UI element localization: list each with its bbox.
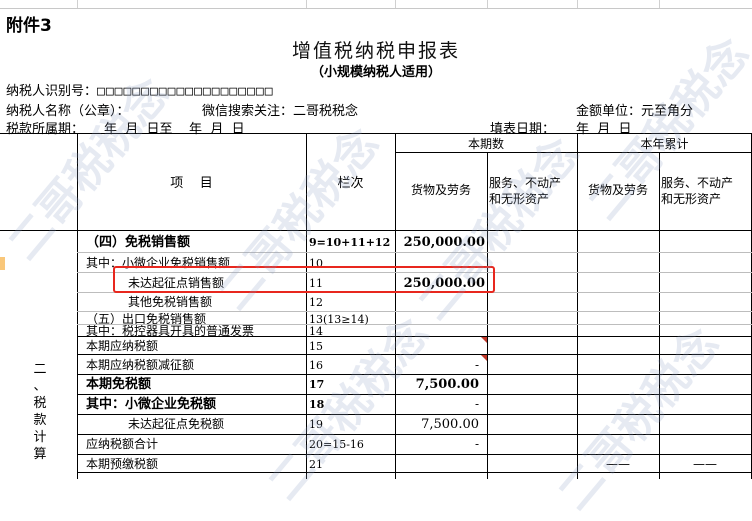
watermark: 二哥税税念 xyxy=(408,128,589,330)
row-item-18: 其中：小微企业免税额 xyxy=(86,397,217,412)
header-goods-current: 货物及劳务 xyxy=(410,183,471,197)
side-label-tax-calculation: 二 、 税 款 计 算 xyxy=(30,361,50,463)
header-goods-ytd: 货物及劳务 xyxy=(587,183,648,197)
comment-marker[interactable] xyxy=(481,337,487,343)
header-service-ytd-1: 服务、不动产 xyxy=(661,176,734,190)
form-subtitle: （小规模纳税人适用） xyxy=(310,65,441,80)
row-ytd-goods-21[interactable]: —— xyxy=(577,458,659,470)
form-title: 增值税纳税申报表 xyxy=(291,40,460,62)
row-item-17: 本期免税额 xyxy=(86,377,152,392)
row-item-12: 其他免税销售额 xyxy=(128,295,213,309)
row-line-21: 21 xyxy=(309,458,323,471)
wechat-note: 微信搜索关注：二哥税税念 xyxy=(202,104,359,119)
sheet-label: 附件3 xyxy=(6,16,52,36)
fill-date-label: 填表日期： xyxy=(490,122,556,137)
taxpayer-id-label: 纳税人识别号： xyxy=(6,84,98,99)
row-goods-19[interactable]: 7,500.00 xyxy=(395,418,479,431)
side-label-char: 税 xyxy=(33,396,47,411)
watermark: 二哥税税念 xyxy=(548,318,729,520)
header-year-to-date: 本年累计 xyxy=(640,137,689,151)
row-line-18: 18 xyxy=(309,398,325,411)
row-item-15: 本期应纳税额 xyxy=(86,339,159,353)
row-line-12: 12 xyxy=(309,296,323,309)
tax-period-value[interactable]: 年 月 日至 年 月 日 xyxy=(104,118,245,137)
row-goods-9[interactable]: 250,000.00 xyxy=(395,236,485,249)
comment-marker[interactable] xyxy=(481,355,487,361)
row-item-14: 其中：税控器具开具的普通发票 xyxy=(86,325,255,336)
row-selector-marker xyxy=(0,257,5,270)
row-goods-17[interactable]: 7,500.00 xyxy=(395,378,479,391)
side-label-char: 款 xyxy=(33,413,47,428)
currency-unit: 金额单位：元至角分 xyxy=(576,104,694,119)
row-line-9: 9=10+11+12 xyxy=(309,236,391,249)
row-ytd-service-21[interactable]: —— xyxy=(659,458,751,470)
side-label-char: 、 xyxy=(33,379,47,394)
header-service-current-2: 和无形资产 xyxy=(489,192,550,206)
row-item-13: （五）出口免税销售额 xyxy=(86,313,207,324)
row-line-19: 19 xyxy=(309,418,323,431)
row-goods-18[interactable]: - xyxy=(395,398,479,410)
row-item-19: 未达起征点免税额 xyxy=(128,417,225,431)
side-label-char: 二 xyxy=(33,362,47,377)
tax-period-label: 税款所属期： xyxy=(6,122,85,137)
header-item: 项 目 xyxy=(170,176,213,191)
column-header-strip xyxy=(0,0,752,9)
row-line-20: 20=15-16 xyxy=(309,438,364,451)
row-item-16: 本期应纳税额减征额 xyxy=(86,358,195,372)
header-line-number: 栏次 xyxy=(337,176,364,191)
header-service-ytd-2: 和无形资产 xyxy=(661,192,722,206)
header-service-current-1: 服务、不动产 xyxy=(489,176,562,190)
side-label-char: 计 xyxy=(33,430,47,445)
row-goods-16[interactable]: - xyxy=(395,359,479,371)
taxpayer-id-row: 纳税人识别号：□□□□□□□□□□□□□□□□□□□□ xyxy=(6,80,274,99)
taxpayer-name-label: 纳税人名称（公章）： xyxy=(6,104,130,119)
highlight-box xyxy=(113,266,495,293)
header-current-period: 本期数 xyxy=(467,137,504,151)
row-line-14: 14 xyxy=(309,325,323,338)
row-item-9: （四）免税销售额 xyxy=(86,235,191,250)
row-line-15: 15 xyxy=(309,340,323,353)
row-line-17: 17 xyxy=(309,378,325,391)
row-line-13: 13(13≥14) xyxy=(309,314,369,325)
row-goods-20[interactable]: - xyxy=(395,438,479,450)
row-line-16: 16 xyxy=(309,359,323,372)
fill-date-value[interactable]: 年 月 日 xyxy=(576,118,632,137)
side-label-char: 算 xyxy=(33,447,47,462)
taxpayer-id-boxes[interactable]: □□□□□□□□□□□□□□□□□□□□ xyxy=(97,84,274,99)
row-item-21: 本期预缴税额 xyxy=(86,457,159,471)
row-item-20: 应纳税额合计 xyxy=(86,437,159,451)
